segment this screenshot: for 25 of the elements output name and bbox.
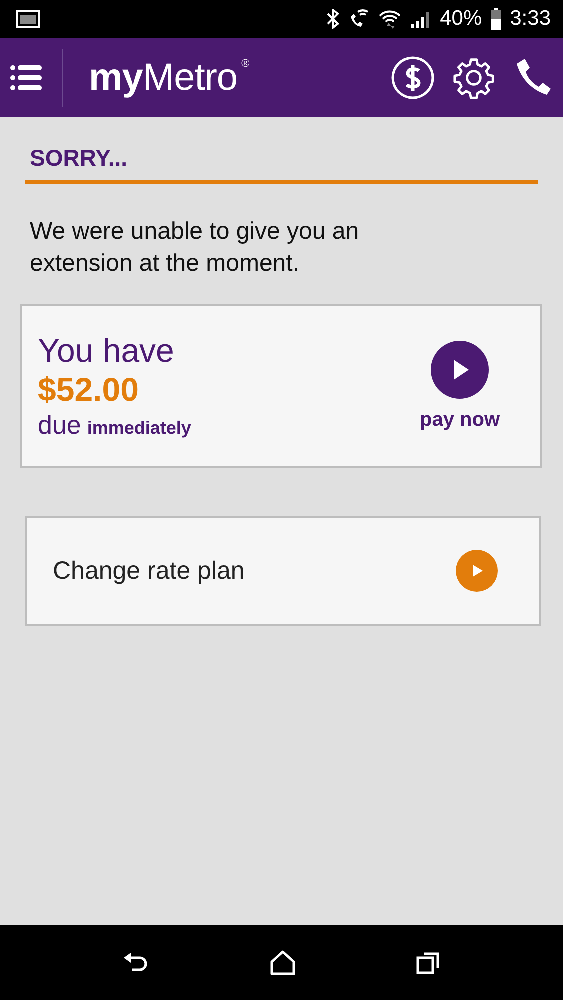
back-icon[interactable] (122, 950, 150, 974)
registered-mark: ® (242, 58, 250, 70)
due-label: due (38, 410, 82, 440)
message-text: We were unable to give you an extension at the moment. (30, 217, 360, 279)
home-icon[interactable] (270, 950, 296, 976)
wifi-call-icon (348, 9, 370, 29)
due-note: immediately (87, 418, 192, 438)
dollar-circle-icon[interactable] (391, 56, 435, 100)
clock: 3:33 (510, 7, 551, 31)
play-button-icon[interactable] (430, 340, 489, 398)
settings-icon[interactable] (453, 56, 495, 98)
logo: myMetro (89, 58, 238, 96)
image-icon (16, 10, 40, 28)
menu-icon[interactable] (10, 64, 42, 92)
bluetooth-icon (326, 9, 340, 29)
battery-icon (490, 8, 502, 30)
rate-plan-label: Change rate plan (53, 556, 245, 586)
balance-title: You have (38, 332, 176, 370)
page-heading: SORRY... (29, 145, 128, 172)
pay-now-link[interactable]: pay now (420, 408, 500, 432)
amount-due: $52.00 (38, 370, 140, 410)
rate-plan-card[interactable]: Change rate plan (25, 516, 541, 626)
wifi-icon (378, 8, 402, 30)
play-icon[interactable] (455, 549, 499, 593)
battery-percent: 40% (440, 7, 482, 31)
